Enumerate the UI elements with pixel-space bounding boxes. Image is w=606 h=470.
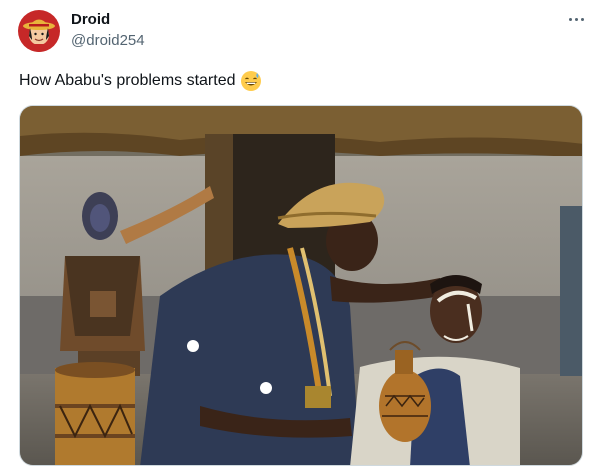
anime-character-avatar-icon [18, 10, 60, 52]
tweet-card: Droid @droid254 How Ababu's problems sta… [0, 0, 606, 470]
more-dot [574, 17, 578, 21]
more-options-button[interactable] [562, 8, 590, 30]
tweet-text: How Ababu's problems started [19, 72, 236, 89]
photo-icon [20, 106, 582, 465]
more-dots-icon [568, 17, 572, 21]
tweet-body: How Ababu's problems started [19, 70, 262, 92]
author-avatar[interactable] [18, 10, 60, 52]
more-dot [580, 17, 584, 21]
author-name[interactable]: Droid [71, 11, 110, 29]
author-handle[interactable]: @droid254 [71, 32, 145, 50]
grinning-face-with-sweat-icon [240, 70, 262, 92]
tweet-photo[interactable] [19, 105, 583, 466]
